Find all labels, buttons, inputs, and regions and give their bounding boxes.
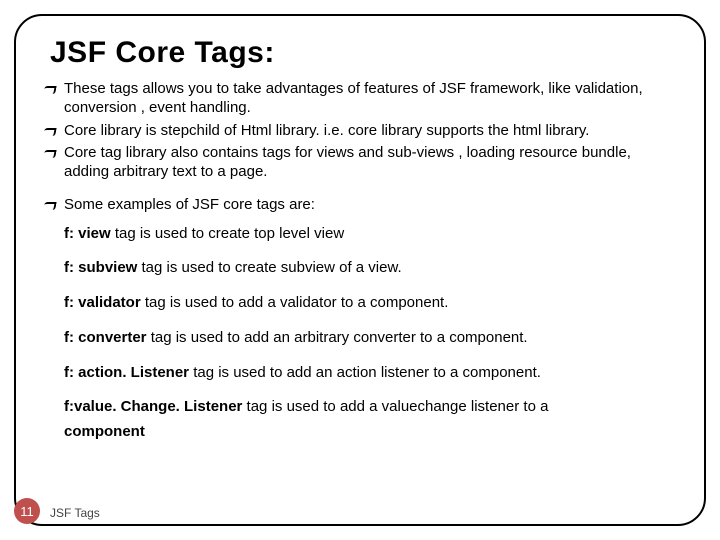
slide-title: JSF Core Tags: <box>50 36 676 70</box>
bullet-item: Core library is stepchild of Html librar… <box>44 122 676 141</box>
example-line: f: action. Listener tag is used to add a… <box>64 364 676 383</box>
slide-footer: JSF Tags <box>50 506 100 520</box>
example-rest: tag is used to add an action listener to… <box>193 364 541 381</box>
example-line: f: converter tag is used to add an arbit… <box>64 329 676 348</box>
example-bold: f: validator <box>64 294 145 311</box>
example-rest: tag is used to create top level view <box>115 225 344 242</box>
example-line: f: subview tag is used to create subview… <box>64 259 676 278</box>
example-bold: component <box>64 423 145 440</box>
page-number-badge: 11 <box>14 498 40 524</box>
example-line: component <box>64 423 676 442</box>
example-rest: tag is used to create subview of a view. <box>142 259 402 276</box>
example-bold: f: view <box>64 225 115 242</box>
example-rest: tag is used to add a validator to a comp… <box>145 294 449 311</box>
example-bold: f: subview <box>64 259 142 276</box>
slide: JSF Core Tags: These tags allows you to … <box>0 0 720 540</box>
example-bold: f: converter <box>64 329 151 346</box>
example-bold: f:value. Change. Listener <box>64 398 247 415</box>
example-line: f: view tag is used to create top level … <box>64 225 676 244</box>
bullet-item: Core tag library also contains tags for … <box>44 144 676 182</box>
example-rest: tag is used to add an arbitrary converte… <box>151 329 528 346</box>
slide-frame: JSF Core Tags: These tags allows you to … <box>14 14 706 526</box>
example-line: f: validator tag is used to add a valida… <box>64 294 676 313</box>
examples-block: f: view tag is used to create top level … <box>64 225 676 442</box>
example-rest: tag is used to add a valuechange listene… <box>247 398 549 415</box>
example-bold: f: action. Listener <box>64 364 193 381</box>
example-line: f:value. Change. Listener tag is used to… <box>64 398 676 417</box>
bullet-item: Some examples of JSF core tags are: <box>44 196 676 215</box>
bullet-item: These tags allows you to take advantages… <box>44 80 676 118</box>
bullet-list: These tags allows you to take advantages… <box>44 80 676 215</box>
